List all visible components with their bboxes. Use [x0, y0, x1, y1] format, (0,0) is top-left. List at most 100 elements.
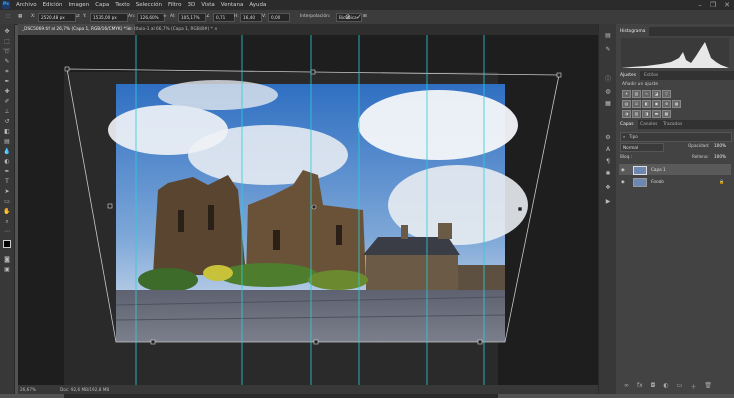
- properties-panel-icon[interactable]: ⚙: [604, 134, 612, 142]
- zoom-level[interactable]: 26,67%: [20, 385, 36, 394]
- blur-tool-icon[interactable]: 💧: [3, 148, 11, 156]
- invert-adjust-icon[interactable]: ◑: [622, 110, 631, 118]
- swatches-panel-icon[interactable]: ▦: [604, 100, 612, 108]
- vibrance-adjust-icon[interactable]: ▽: [662, 90, 671, 98]
- transform-center-point[interactable]: [311, 204, 317, 210]
- color-lookup-adjust-icon[interactable]: ▦: [672, 100, 681, 108]
- hskew-field[interactable]: 16,40: [240, 13, 262, 22]
- pen-tool-icon[interactable]: ✒: [3, 168, 11, 176]
- stamp-tool-icon[interactable]: ⊥: [3, 108, 11, 116]
- hue-adjust-icon[interactable]: ▤: [622, 100, 631, 108]
- visibility-eye-icon[interactable]: ◉: [621, 176, 625, 187]
- color-balance-adjust-icon[interactable]: ⚖: [632, 100, 641, 108]
- maximize-button[interactable]: ❐: [710, 0, 716, 10]
- x-field[interactable]: 2520,48 px: [38, 13, 76, 22]
- commit-transform-icon[interactable]: ✓: [356, 10, 362, 24]
- healing-tool-icon[interactable]: ✚: [3, 88, 11, 96]
- bw-adjust-icon[interactable]: ◧: [642, 100, 651, 108]
- height-field[interactable]: 105,17%: [178, 13, 206, 22]
- reference-point-icon[interactable]: ▦: [18, 10, 22, 24]
- layer-name[interactable]: Fondo: [651, 176, 664, 187]
- tab-dsc5069[interactable]: _DSC5069.tif al 26,7% (Capa 1, RGB/16/CM…: [18, 24, 135, 35]
- blend-mode-select[interactable]: Normal: [620, 143, 664, 152]
- chain-icon[interactable]: ∞: [163, 10, 167, 24]
- tab-canales[interactable]: Canales: [636, 120, 661, 129]
- handle-right-middle[interactable]: [517, 206, 523, 212]
- levels-adjust-icon[interactable]: ▥: [632, 90, 641, 98]
- hand-tool-icon[interactable]: ✋: [3, 208, 11, 216]
- handle-top-left[interactable]: [64, 66, 70, 72]
- new-group-icon[interactable]: ▭: [677, 382, 683, 391]
- layer-row-capa1[interactable]: ◉ Capa 1: [619, 164, 731, 175]
- doc-size[interactable]: Doc: 92,6 MB/192,8 MB: [60, 385, 109, 394]
- menu-edicion[interactable]: Edición: [43, 0, 63, 10]
- lasso-tool-icon[interactable]: ➰: [3, 48, 11, 56]
- glyphs-panel-icon[interactable]: ✱: [604, 170, 612, 178]
- quick-select-tool-icon[interactable]: ✎: [3, 58, 11, 66]
- handle-bottom-left[interactable]: [150, 339, 156, 345]
- menu-ayuda[interactable]: Ayuda: [249, 0, 266, 10]
- zoom-tool-icon[interactable]: ⌕: [3, 218, 11, 226]
- menu-seleccion[interactable]: Selección: [136, 0, 162, 10]
- selective-color-adjust-icon[interactable]: ▩: [662, 110, 671, 118]
- link-layers-icon[interactable]: ∞: [624, 382, 629, 391]
- handle-top-right[interactable]: [556, 72, 562, 78]
- menu-filtro[interactable]: Filtro: [168, 0, 181, 10]
- info-panel-icon[interactable]: ⓘ: [604, 76, 612, 84]
- eyedropper-tool-icon[interactable]: ✒: [3, 78, 11, 86]
- layer-filter[interactable]: ⌕ Tipo: [620, 132, 732, 142]
- screen-mode-icon[interactable]: ▣: [3, 266, 11, 274]
- crop-tool-icon[interactable]: ⌗: [3, 68, 11, 76]
- cancel-transform-icon[interactable]: ⊘: [345, 10, 351, 24]
- tab-trazados[interactable]: Trazados: [659, 120, 686, 129]
- handle-left-middle[interactable]: [107, 203, 113, 209]
- marquee-tool-icon[interactable]: ⬚: [3, 38, 11, 46]
- vskew-field[interactable]: 0,00: [268, 13, 290, 22]
- tab-histograma[interactable]: Histograma: [616, 27, 650, 36]
- character-panel-icon[interactable]: A: [604, 146, 612, 154]
- posterize-adjust-icon[interactable]: ▧: [632, 110, 641, 118]
- libraries-panel-icon[interactable]: ❖: [604, 184, 612, 192]
- color-panel-icon[interactable]: ◍: [604, 88, 612, 96]
- add-mask-icon[interactable]: ◘: [651, 382, 656, 391]
- handle-bottom-right[interactable]: [477, 339, 483, 345]
- threshold-adjust-icon[interactable]: ◨: [642, 110, 651, 118]
- photo-filter-adjust-icon[interactable]: ◉: [652, 100, 661, 108]
- fill-field[interactable]: 100%: [714, 154, 726, 159]
- brush-panel-icon[interactable]: ✎: [604, 46, 612, 54]
- new-adjustment-icon[interactable]: ◐: [663, 382, 668, 391]
- menu-ventana[interactable]: Ventana: [221, 0, 244, 10]
- shape-tool-icon[interactable]: ▭: [3, 198, 11, 206]
- color-swatches-icon[interactable]: [3, 240, 14, 251]
- menu-3d[interactable]: 3D: [187, 0, 195, 10]
- gradient-tool-icon[interactable]: ▤: [3, 138, 11, 146]
- visibility-eye-icon[interactable]: ◉: [621, 164, 625, 175]
- y-field[interactable]: 1535,00 px: [90, 13, 128, 22]
- canvas-area[interactable]: [18, 35, 598, 398]
- history-panel-icon[interactable]: ▤: [604, 32, 612, 40]
- type-tool-icon[interactable]: T: [3, 178, 11, 186]
- menu-imagen[interactable]: Imagen: [68, 0, 89, 10]
- quick-mask-icon[interactable]: ◙: [3, 256, 11, 264]
- handle-top-center[interactable]: [310, 69, 316, 75]
- minimize-button[interactable]: –: [698, 0, 702, 10]
- width-field[interactable]: 126,60%: [137, 13, 165, 22]
- channel-mixer-adjust-icon[interactable]: ⊕: [662, 100, 671, 108]
- eraser-tool-icon[interactable]: ◧: [3, 128, 11, 136]
- warp-icon[interactable]: ⊞: [363, 10, 367, 24]
- handle-bottom-center[interactable]: [313, 339, 319, 345]
- exposure-adjust-icon[interactable]: ◪: [652, 90, 661, 98]
- opacity-field[interactable]: 100%: [714, 143, 726, 148]
- curves-adjust-icon[interactable]: ∿: [642, 90, 651, 98]
- brush-tool-icon[interactable]: ✐: [3, 98, 11, 106]
- dodge-tool-icon[interactable]: ◐: [3, 158, 11, 166]
- move-tool-icon[interactable]: ✥: [3, 28, 11, 36]
- angle-field[interactable]: 0,71: [213, 13, 235, 22]
- tab-estilos[interactable]: Estilos: [640, 71, 662, 80]
- tab-capas[interactable]: Capas: [616, 120, 638, 129]
- menu-capa[interactable]: Capa: [95, 0, 109, 10]
- tab-sin-titulo[interactable]: Sin título-1 al 66,7% (Capa 1, RGB/8#) *…: [122, 24, 222, 35]
- layer-row-fondo[interactable]: ◉ Fondo 🔒: [619, 176, 731, 187]
- more-tools-icon[interactable]: ⋯: [3, 228, 11, 236]
- gradient-map-adjust-icon[interactable]: ▬: [652, 110, 661, 118]
